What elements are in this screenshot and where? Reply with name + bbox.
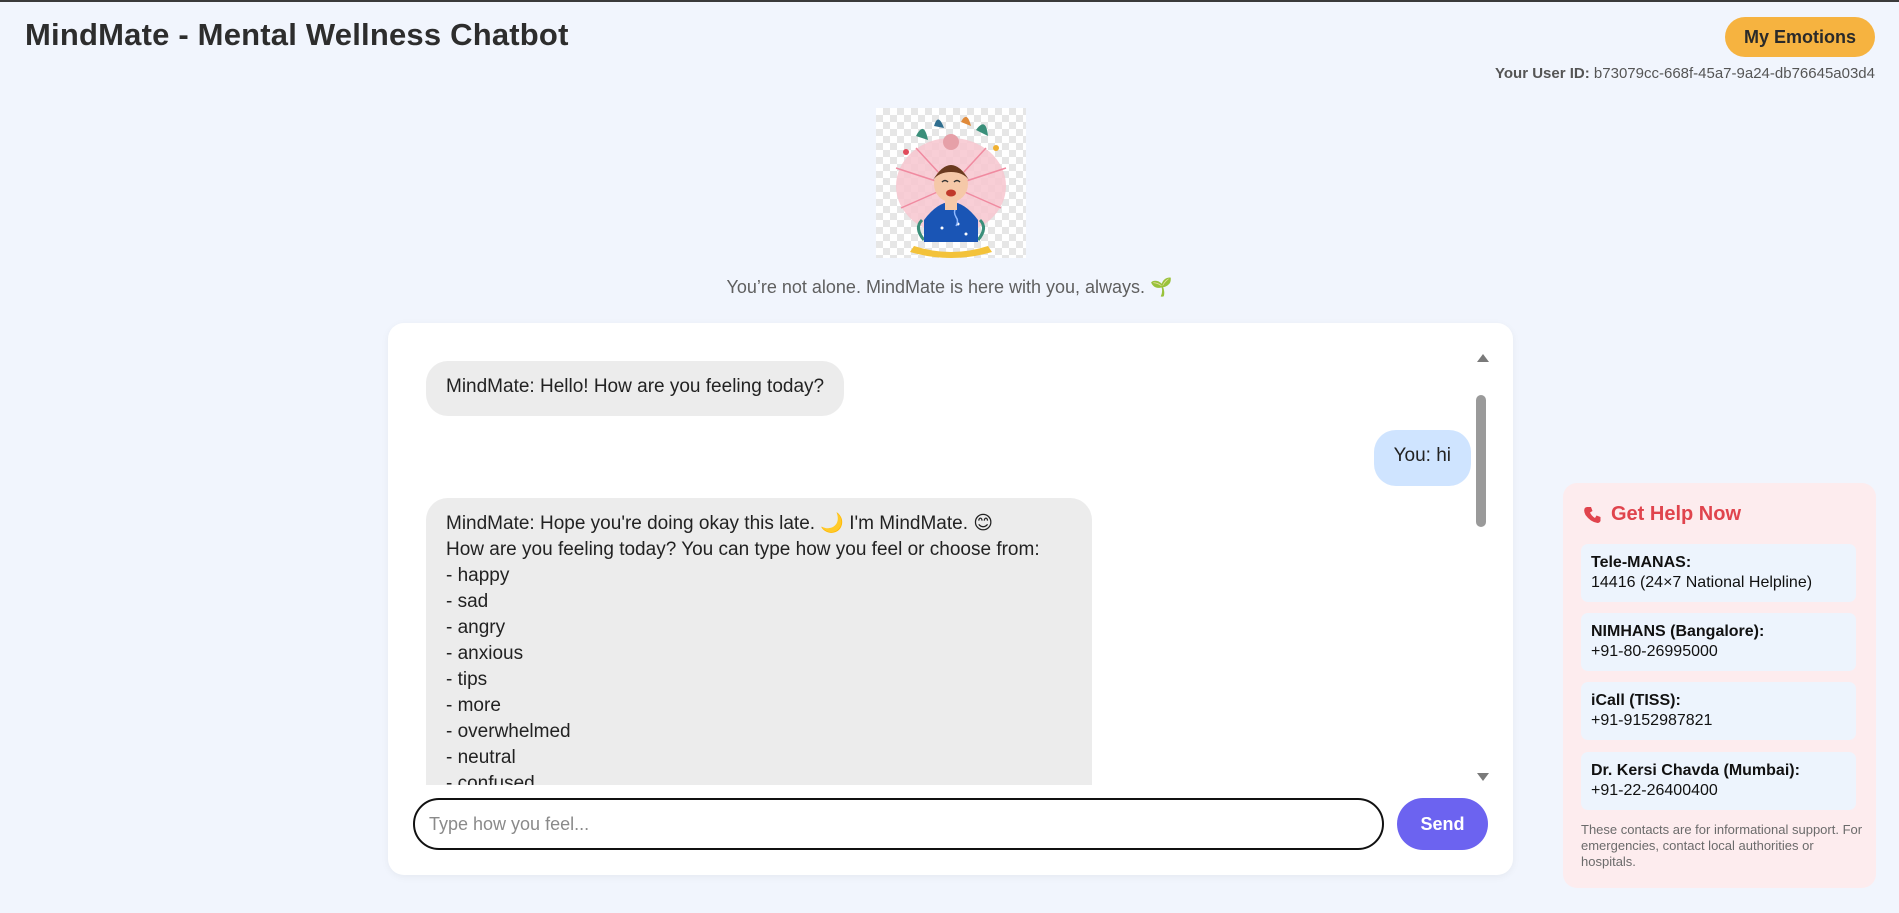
helpline-card: NIMHANS (Bangalore): +91-80-26995000 (1581, 613, 1856, 671)
helpline-number: +91-9152987821 (1591, 712, 1713, 729)
helpline-number: +91-22-26400400 (1591, 782, 1718, 799)
send-button[interactable]: Send (1397, 798, 1488, 850)
app-title: MindMate - Mental Wellness Chatbot (25, 17, 569, 52)
scrollbar-thumb[interactable] (1476, 395, 1486, 527)
message-input[interactable] (413, 798, 1384, 850)
helpline-card: Tele-MANAS: 14416 (24×7 National Helplin… (1581, 544, 1856, 602)
scroll-down-arrow-icon[interactable] (1477, 773, 1489, 781)
bot-message-line: MindMate: Hope you're doing okay this la… (446, 513, 994, 534)
bot-message-line: - neutral (446, 747, 516, 768)
my-emotions-button[interactable]: My Emotions (1725, 17, 1875, 57)
bot-message-line: - sad (446, 591, 489, 612)
bot-message-line: - happy (446, 565, 510, 586)
wellness-illustration-graphic (895, 116, 1007, 258)
bot-message-line: - angry (446, 617, 506, 638)
bot-message-line: - anxious (446, 643, 524, 664)
chat-container: MindMate: Hello! How are you feeling tod… (388, 323, 1513, 875)
user-id-value: b73079cc-668f-45a7-9a24-db76645a03d4 (1593, 65, 1875, 82)
help-panel: Get Help Now Tele-MANAS: 14416 (24×7 Nat… (1563, 483, 1876, 888)
helpline-number: +91-80-26995000 (1591, 643, 1718, 660)
bot-message: MindMate: Hello! How are you feeling tod… (426, 361, 845, 416)
bot-message-line: - more (446, 695, 501, 716)
bot-message-line: - overwhelmed (446, 721, 571, 742)
helpline-name: iCall (TISS): (1591, 692, 1681, 709)
helpline-number: 14416 (24×7 National Helpline) (1591, 574, 1813, 591)
tagline: You’re not alone. MindMate is here with … (726, 277, 1173, 297)
bot-message-line: - confused (446, 773, 535, 785)
bot-message-line: - tips (446, 669, 488, 690)
bot-message-line: How are you feeling today? You can type … (446, 539, 1040, 560)
user-id: Your User ID: b73079cc-668f-45a7-9a24-db… (1495, 65, 1875, 82)
user-id-label: Your User ID: (1495, 65, 1590, 82)
bot-message: MindMate: Hope you're doing okay this la… (426, 498, 1092, 785)
chat-scrollbar[interactable] (1473, 351, 1493, 781)
helpline-name: NIMHANS (Bangalore): (1591, 623, 1765, 640)
help-title: Get Help Now (1583, 503, 1741, 526)
help-disclaimer: These contacts are for informational sup… (1581, 822, 1863, 869)
help-title-text: Get Help Now (1611, 503, 1742, 525)
helpline-card: iCall (TISS): +91-9152987821 (1581, 682, 1856, 740)
helpline-name: Dr. Kersi Chavda (Mumbai): (1591, 762, 1800, 779)
helpline-name: Tele-MANAS: (1591, 554, 1692, 571)
wellness-illustration (876, 108, 1026, 258)
user-message: You: hi (1373, 430, 1471, 486)
chat-messages[interactable]: MindMate: Hello! How are you feeling tod… (388, 323, 1483, 785)
helpline-card: Dr. Kersi Chavda (Mumbai): +91-22-264004… (1581, 752, 1856, 810)
scroll-up-arrow-icon[interactable] (1477, 354, 1489, 362)
window-top-border (0, 0, 1899, 2)
phone-icon (1583, 505, 1603, 525)
